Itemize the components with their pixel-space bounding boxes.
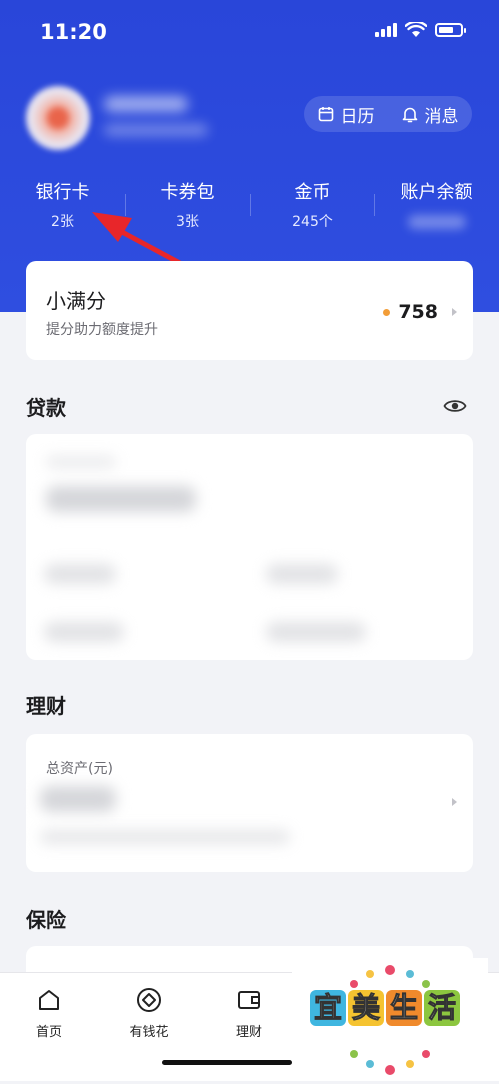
watermark-char: 活	[424, 990, 460, 1026]
chevron-right-icon	[452, 308, 457, 316]
user-subtitle-blurred	[104, 124, 208, 136]
home-indicator	[162, 1060, 292, 1065]
tab-label: 首页	[35, 1025, 62, 1040]
calendar-label: 日历	[340, 106, 375, 127]
total-assets-label: 总资产(元)	[46, 761, 113, 777]
messages-button[interactable]: 消息	[402, 102, 459, 127]
score-dot-icon	[383, 308, 391, 316]
watermark-char: 宜	[310, 990, 346, 1026]
avatar[interactable]	[26, 86, 90, 150]
blurred-content	[44, 564, 116, 584]
status-bar: 11:20	[0, 0, 499, 60]
balance-value-blurred	[407, 215, 466, 229]
watermark-char: 生	[386, 990, 422, 1026]
insurance-section-title: 保险	[26, 908, 66, 932]
credit-score-card[interactable]: 小满分 提分助力额度提升 758	[26, 261, 473, 360]
calendar-button[interactable]: 日历	[318, 102, 375, 127]
bell-icon	[402, 107, 417, 122]
calendar-icon	[318, 107, 333, 122]
blurred-content	[46, 456, 116, 468]
blurred-content	[266, 564, 338, 584]
stat-balance[interactable]: 账户余额	[374, 180, 499, 233]
loan-section-title: 贷款	[26, 396, 66, 420]
account-stats: 银行卡 2张 卡券包 3张 金币 245个 账户余额	[0, 180, 499, 240]
stat-label: 卡券包	[160, 182, 215, 203]
stat-label: 金币	[294, 182, 331, 203]
cellular-signal-icon	[375, 23, 397, 37]
wealth-section-title: 理财	[26, 694, 66, 718]
stat-value: 3张	[176, 214, 199, 230]
wallet-icon	[238, 991, 260, 1009]
watermark-text: 宜 美 生 活	[310, 990, 460, 1026]
user-name-blurred	[104, 96, 188, 112]
loan-card[interactable]	[26, 434, 473, 660]
stat-label: 银行卡	[35, 182, 90, 203]
blurred-content	[40, 830, 290, 844]
stat-value: 2张	[51, 214, 74, 230]
tab-wealth[interactable]: 理财	[204, 985, 294, 1040]
blurred-content	[44, 622, 124, 642]
tab-home[interactable]: 首页	[4, 985, 94, 1040]
stat-label: 账户余额	[400, 182, 473, 203]
target-icon	[137, 988, 161, 1012]
score-subtitle: 提分助力额度提升	[46, 322, 158, 338]
tab-label: 理财	[235, 1025, 262, 1040]
home-icon	[39, 990, 59, 1010]
blurred-content	[46, 486, 196, 512]
header-actions: 日历 消息	[304, 96, 472, 132]
stat-coupons[interactable]: 卡券包 3张	[125, 180, 250, 232]
wealth-card[interactable]: 总资产(元)	[26, 734, 473, 872]
status-time: 11:20	[40, 20, 107, 44]
watermark-char: 美	[348, 990, 384, 1026]
tab-youqianhua[interactable]: 有钱花	[104, 985, 194, 1040]
wifi-icon	[405, 22, 427, 37]
stat-bank-cards[interactable]: 银行卡 2张	[0, 180, 125, 232]
chevron-right-icon	[452, 798, 457, 806]
stat-coins[interactable]: 金币 245个	[250, 180, 375, 232]
blurred-content	[266, 622, 366, 642]
battery-icon	[435, 23, 466, 37]
blurred-content	[40, 786, 116, 812]
eye-icon[interactable]	[443, 397, 467, 415]
stat-value: 245个	[292, 214, 333, 230]
tab-label: 有钱花	[129, 1025, 169, 1040]
score-value: 758	[398, 301, 438, 323]
messages-label: 消息	[424, 106, 459, 127]
score-title: 小满分	[46, 289, 106, 313]
